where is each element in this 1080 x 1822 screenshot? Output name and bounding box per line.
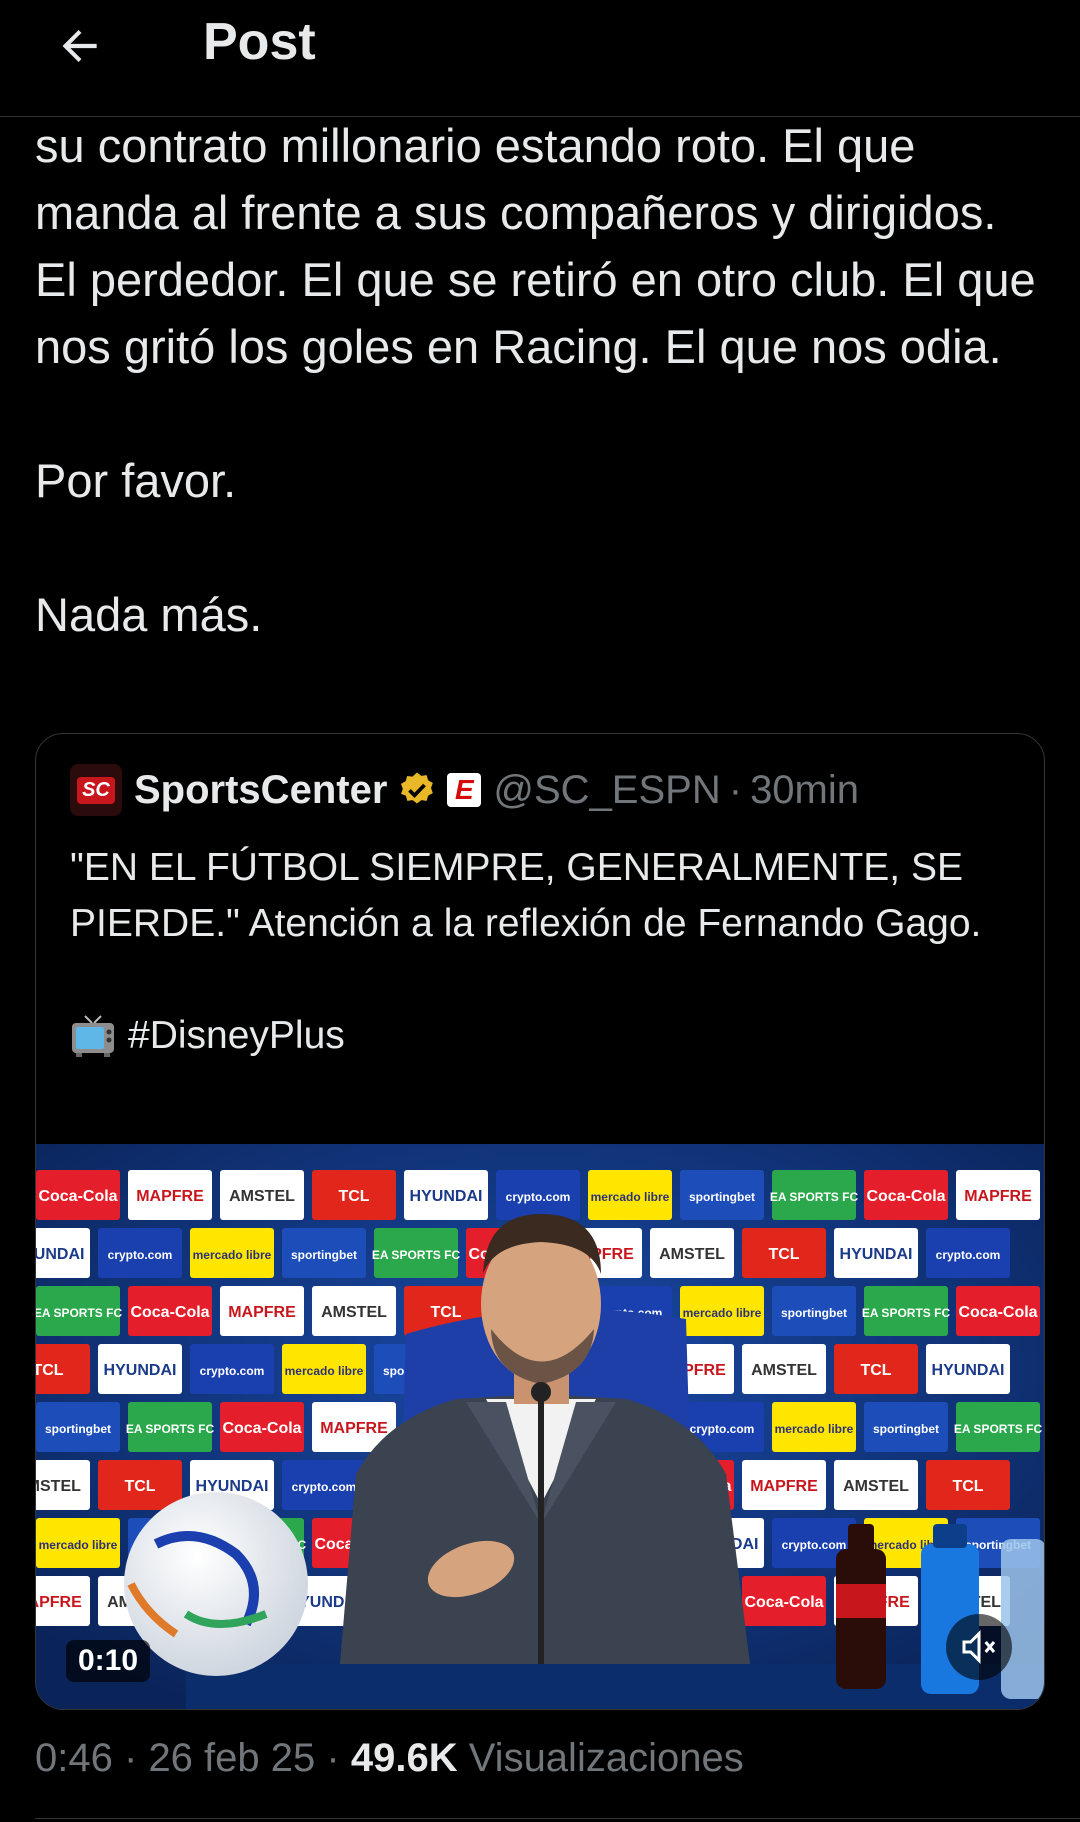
views-label[interactable]: Visualizaciones <box>469 1736 744 1780</box>
sponsor-logo-text: Coca-Cola <box>744 1594 823 1611</box>
sponsor-logo-text: sportingbet <box>291 1248 357 1262</box>
sponsor-logo-text: sportingbet <box>781 1306 847 1320</box>
quoted-post-text: "EN EL FÚTBOL SIEMPRE, GENERALMENTE, SE … <box>70 840 1010 1064</box>
back-arrow-icon <box>62 29 97 63</box>
sponsor-logo-text: mercado libre <box>193 1248 272 1262</box>
back-button[interactable] <box>40 6 120 86</box>
sponsor-logo-text: sportingbet <box>45 1422 111 1436</box>
sponsor-logo-text: sportingbet <box>873 1422 939 1436</box>
sponsor-logo-text: AMSTEL <box>659 1246 725 1263</box>
mute-button[interactable] <box>946 1614 1012 1680</box>
sponsor-logo-text: HYUNDAI <box>410 1188 483 1205</box>
sponsor-logo-text: EA SPORTS FC <box>372 1248 461 1262</box>
sponsor-logo-text: EA SPORTS FC <box>36 1306 122 1320</box>
sponsor-logo-text: mercado libre <box>285 1364 364 1378</box>
sponsor-logo-text: MAPFRE <box>136 1188 204 1205</box>
post-paragraph: su contrato millonario estando roto. El … <box>35 119 1036 373</box>
sponsor-logo-text: sportingbet <box>689 1190 755 1204</box>
sponsor-logo-text: HYUNDAI <box>932 1362 1005 1379</box>
sponsor-logo-text: mercado libre <box>775 1422 854 1436</box>
post-paragraph: Nada más. <box>35 588 263 641</box>
separator-dot: · <box>326 1736 340 1780</box>
sponsor-logo-text: EA SPORTS FC <box>770 1190 859 1204</box>
sponsor-logo-text: EA SPORTS FC <box>862 1306 951 1320</box>
sponsor-logo-text: Coca-Cola <box>222 1420 301 1437</box>
top-bar: Post <box>0 0 1080 117</box>
sponsor-logo-text: MAPFRE <box>750 1478 818 1495</box>
sponsor-logo-text: crypto.com <box>108 1248 173 1262</box>
sponsor-logo-text: TCL <box>768 1246 799 1263</box>
quoted-text: "EN EL FÚTBOL SIEMPRE, GENERALMENTE, SE … <box>70 846 982 945</box>
mute-icon <box>962 1630 996 1664</box>
hashtag-line: #DisneyPlus <box>70 1008 1010 1064</box>
sponsor-logo-text: TCL <box>860 1362 891 1379</box>
sponsor-logo-text: TCL <box>952 1478 983 1495</box>
sponsor-logo-text: EA SPORTS FC <box>954 1422 1043 1436</box>
sponsor-logo-text: MAPFRE <box>320 1420 388 1437</box>
sponsor-logo-text: MAPFRE <box>36 1594 82 1611</box>
sponsor-logo-text: TCL <box>430 1304 461 1321</box>
post-text: su contrato millonario estando roto. El … <box>35 112 1045 648</box>
page-title: Post <box>203 13 316 71</box>
author-handle[interactable]: @SC_ESPN <box>493 768 720 813</box>
sponsor-logo-text: mercado libre <box>39 1538 118 1552</box>
post-date[interactable]: 26 feb 25 <box>148 1736 315 1780</box>
sponsor-logo-text: Coca-Cola <box>958 1304 1037 1321</box>
avatar-text: SC <box>77 776 115 804</box>
video-timestamp: 0:10 <box>66 1640 151 1682</box>
sponsor-logo-text: HYUNDAI <box>36 1246 84 1263</box>
sponsor-logo-text: AMSTEL <box>321 1304 387 1321</box>
sponsor-logo-text: AMSTEL <box>843 1478 909 1495</box>
post-time[interactable]: 0:46 <box>35 1736 113 1780</box>
video-player[interactable]: Coca-Cola MAPFRE AMSTEL TCL HYUNDAI crypto.co… <box>36 1144 1044 1709</box>
sponsor-logo-text: AMSTEL <box>36 1478 81 1495</box>
sponsor-logo-text: HYUNDAI <box>196 1478 269 1495</box>
sponsor-logo-text: mercado libre <box>683 1306 762 1320</box>
sponsor-logo-text: HYUNDAI <box>840 1246 913 1263</box>
sponsor-logo-text: Coca-Cola <box>38 1188 117 1205</box>
sponsor-logo-text: TCL <box>124 1478 155 1495</box>
post-time[interactable]: 30min <box>750 768 859 813</box>
sponsor-logo-text: Coca-Cola <box>866 1188 945 1205</box>
espn-badge-icon: E <box>447 773 482 807</box>
sponsor-logo-text: HYUNDAI <box>104 1362 177 1379</box>
post-paragraph: Por favor. <box>35 454 237 507</box>
sponsor-logo-text: TCL <box>338 1188 369 1205</box>
post-meta: 0:46 · 26 feb 25 · 49.6K Visualizaciones <box>35 1736 744 1781</box>
sponsor-logo-text: AMSTEL <box>751 1362 817 1379</box>
tv-icon <box>72 1015 114 1057</box>
views-count: 49.6K <box>350 1736 458 1780</box>
sponsor-logo-text: crypto.com <box>292 1480 357 1494</box>
sponsor-logo-text: mercado libre <box>591 1190 670 1204</box>
quoted-post-header: SC SportsCenter E @SC_ESPN · 30min <box>70 762 859 818</box>
sponsor-logo-text: crypto.com <box>690 1422 755 1436</box>
sponsor-logo-text: EA SPORTS FC <box>126 1422 215 1436</box>
divider <box>35 1818 1080 1819</box>
hashtag-link[interactable]: #DisneyPlus <box>128 1008 345 1064</box>
sponsor-logo-text: MAPFRE <box>964 1188 1032 1205</box>
separator-dot: · <box>728 767 743 812</box>
author-name[interactable]: SportsCenter <box>134 768 387 813</box>
avatar[interactable]: SC <box>70 764 122 816</box>
sponsor-logo-text: crypto.com <box>782 1538 847 1552</box>
separator-dot: · <box>123 1736 138 1780</box>
quoted-post-card[interactable]: SC SportsCenter E @SC_ESPN · 30min "EN E… <box>35 733 1045 1710</box>
sponsor-logo-text: crypto.com <box>506 1190 571 1204</box>
sponsor-logo-text: TCL <box>36 1362 64 1379</box>
sponsor-logo-text: Coca-Cola <box>130 1304 209 1321</box>
sponsor-logo-text: MAPFRE <box>228 1304 296 1321</box>
sponsor-logo-text: AMSTEL <box>229 1188 295 1205</box>
verified-badge-icon <box>401 772 434 804</box>
sponsor-logo-text: crypto.com <box>200 1364 265 1378</box>
sponsor-logo-text: crypto.com <box>936 1248 1001 1262</box>
video-frame: Coca-Cola MAPFRE AMSTEL TCL HYUNDAI crypto.co… <box>36 1144 1044 1709</box>
